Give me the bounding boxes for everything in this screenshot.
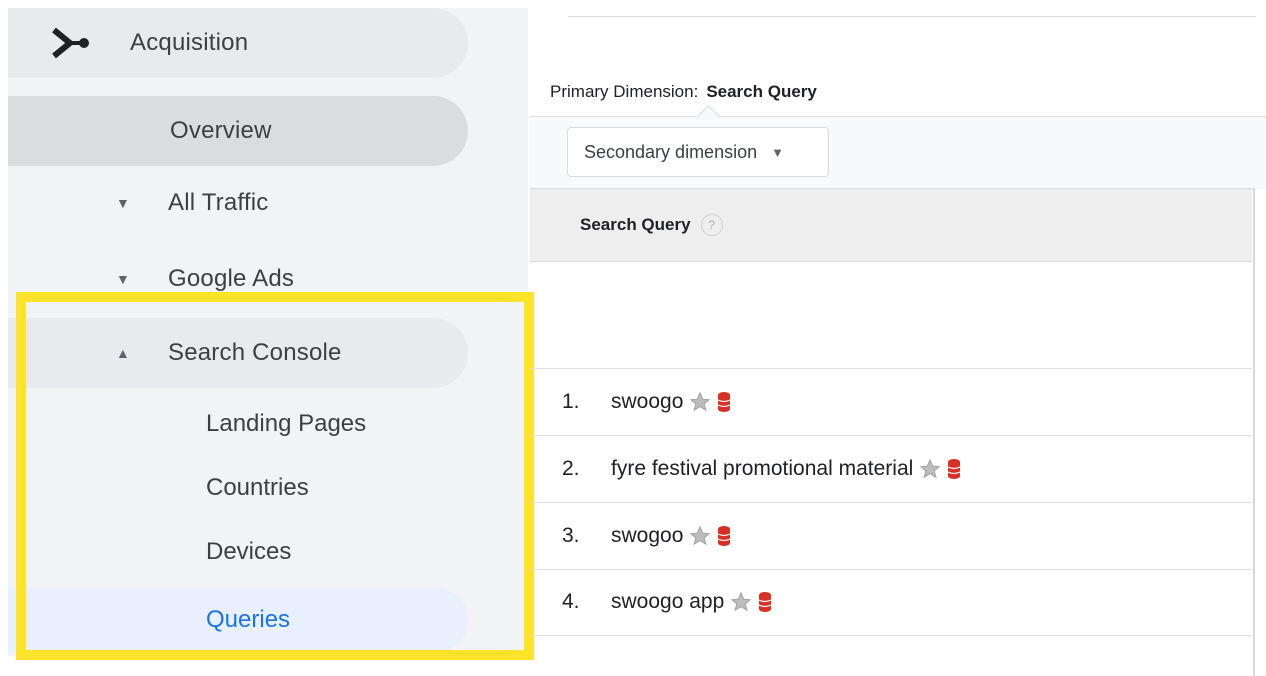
sidebar-item-label: All Traffic [168,189,269,216]
query-text[interactable]: swoogo app [611,590,724,614]
sidebar-item-search-console[interactable]: ▲ Search Console [8,318,468,388]
star-icon[interactable] [689,391,711,413]
column-divider [1253,188,1255,676]
primary-dimension: Primary Dimension: Search Query [550,82,817,102]
dropdown-arrow-icon: ▼ [771,144,784,160]
secondary-dimension-label: Secondary dimension [584,141,758,162]
query-text[interactable]: swoogo [611,390,683,414]
primary-dimension-value[interactable]: Search Query [706,82,817,101]
sidebar-item-label: Acquisition [130,29,249,56]
star-icon[interactable] [730,591,752,613]
sidebar-item-label: Search Console [168,339,342,366]
column-header-search-query[interactable]: Search Query [580,215,691,235]
row-index: 2. [562,457,580,480]
star-icon[interactable] [919,458,941,480]
row-index: 4. [562,590,580,613]
sidebar: Acquisition Overview ▼ All Traffic ▼ Goo… [8,8,528,656]
sidebar-item-label: Devices [206,538,292,565]
database-icon [948,459,961,479]
caret-down-icon: ▼ [116,195,131,211]
table-row: 1. swoogo [530,369,1252,436]
star-icon[interactable] [689,525,711,547]
secondary-dimension-dropdown[interactable]: Secondary dimension ▼ [567,127,829,177]
table-header: Search Query ? [530,188,1252,262]
table-row-partial [530,636,1252,656]
table-row: 3. swogoo [530,503,1252,570]
sidebar-item-landing-pages[interactable]: Landing Pages [8,392,468,456]
sidebar-item-label: Overview [170,117,272,144]
divider [568,16,1256,17]
table-row: 4. swoogo app [530,569,1252,636]
row-index: 3. [562,524,580,547]
database-icon [718,392,731,412]
query-text[interactable]: swogoo [611,524,683,548]
caret-down-icon: ▼ [116,271,131,287]
sidebar-item-overview[interactable]: Overview [8,96,468,166]
totals-row [530,262,1252,369]
acquisition-icon [52,27,89,59]
help-icon[interactable]: ? [700,214,723,236]
row-index: 1. [562,390,580,413]
sidebar-item-label: Landing Pages [206,410,367,437]
sidebar-item-acquisition[interactable]: Acquisition [8,8,468,78]
sidebar-item-label: Countries [206,474,309,501]
sidebar-item-all-traffic[interactable]: ▼ All Traffic [8,168,468,238]
query-text[interactable]: fyre festival promotional material [611,457,913,481]
caret-up-icon: ▲ [116,345,131,361]
table-row: 2. fyre festival promotional material [530,436,1252,503]
sidebar-item-devices[interactable]: Devices [8,520,468,584]
database-icon [718,526,731,546]
sidebar-item-label: Google Ads [168,265,295,292]
primary-dimension-label: Primary Dimension: [550,82,699,101]
database-icon [758,592,772,612]
sidebar-item-countries[interactable]: Countries [8,456,468,520]
sidebar-item-queries[interactable]: Queries [8,588,468,652]
sidebar-item-google-ads[interactable]: ▼ Google Ads [8,244,468,314]
sidebar-item-label: Queries [206,606,291,633]
